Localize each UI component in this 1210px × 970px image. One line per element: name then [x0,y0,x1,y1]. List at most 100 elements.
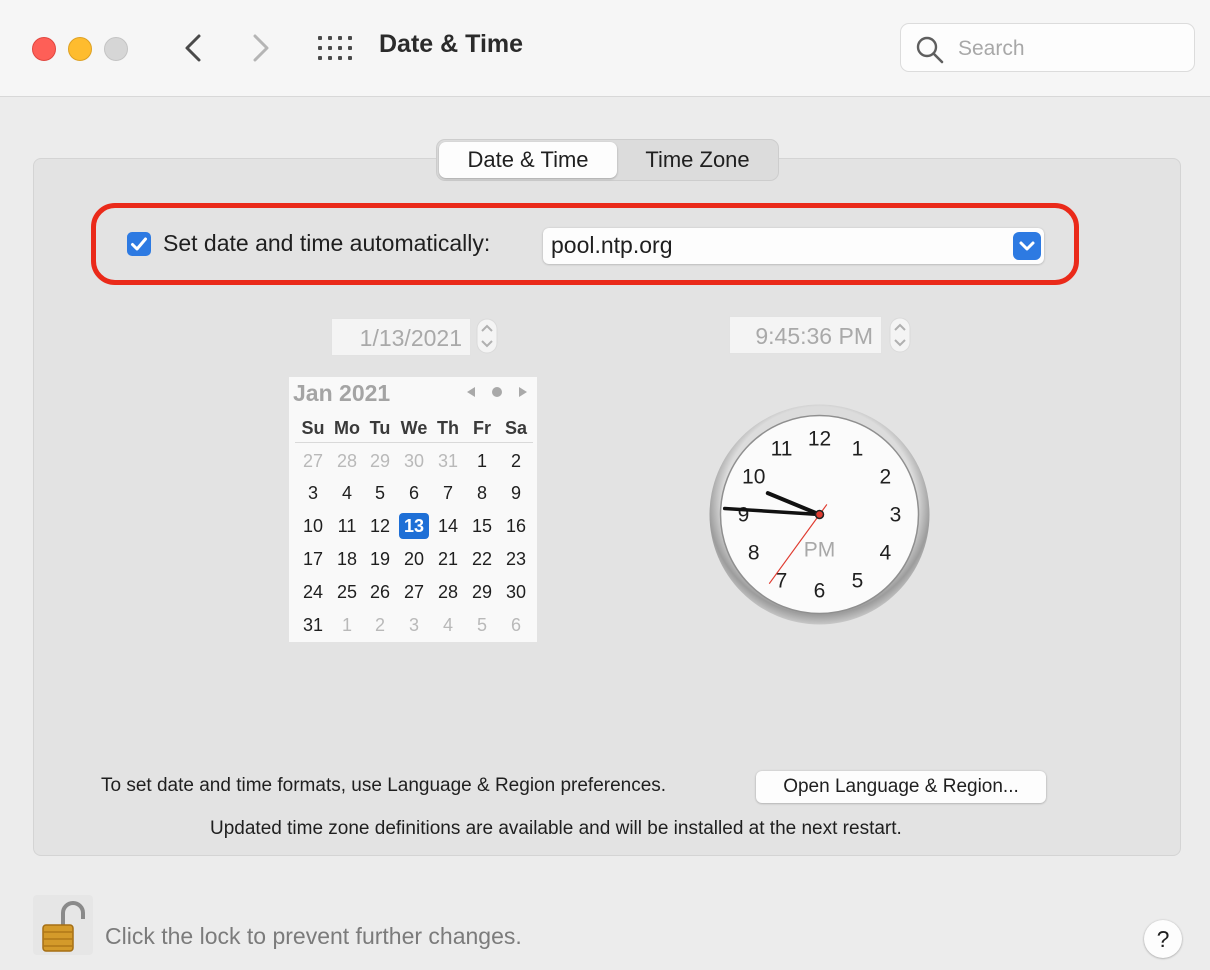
calendar-day[interactable]: 23 [499,545,533,573]
stepper-icon [476,318,498,354]
calendar-day[interactable]: 11 [330,512,364,540]
time-stepper[interactable] [889,317,911,353]
calendar-day[interactable]: 5 [363,479,397,507]
calendar-day[interactable]: 31 [431,447,465,475]
calendar-day[interactable]: 1 [465,447,499,475]
calendar-day[interactable]: 28 [431,578,465,606]
calendar-day[interactable]: 24 [296,578,330,606]
title-bar: Date & Time [0,0,1210,97]
previous-month-icon[interactable] [465,385,477,399]
calendar-day[interactable]: 7 [431,479,465,507]
clock-center-pin [814,509,825,520]
today-dot-icon[interactable] [490,385,504,399]
calendar-month-label: Jan 2021 [293,380,391,406]
auto-time-checkbox[interactable] [127,232,151,256]
minimize-button[interactable] [68,37,92,61]
calendar-day-selected[interactable]: 13 [399,513,429,539]
show-all-button[interactable] [318,36,352,60]
calendar-day[interactable]: 18 [330,545,364,573]
weekday-header: Mo [334,418,360,438]
calendar-day[interactable]: 21 [431,545,465,573]
clock-numeral: 3 [890,504,902,527]
date-value: 1/13/2021 [359,325,462,351]
calendar-day[interactable]: 8 [465,479,499,507]
timezone-update-text: Updated time zone definitions are availa… [210,818,902,839]
calendar: Jan 2021 Su Mo Tu We Th Fr Sa 27 28 29 30 31 1 2 3 4 5 6 7… [289,377,537,642]
server-dropdown-button[interactable] [1013,232,1041,260]
search-icon [916,36,944,64]
weekday-header: We [400,418,428,438]
calendar-day[interactable]: 3 [397,611,431,639]
date-stepper[interactable] [476,318,498,354]
clock-numeral: 10 [742,466,765,489]
tab-time-zone[interactable]: Time Zone [619,142,776,178]
calendar-day[interactable]: 30 [499,578,533,606]
chevron-right-icon [253,34,269,62]
clock-period-label: PM [804,539,836,562]
search-box[interactable] [900,23,1195,72]
auto-time-label: Set date and time automatically: [163,230,491,256]
open-language-region-button[interactable]: Open Language & Region... [756,771,1046,803]
time-server-combobox[interactable]: pool.ntp.org [543,228,1044,264]
time-server-value[interactable]: pool.ntp.org [551,232,672,259]
clock-numeral: 12 [808,428,831,451]
calendar-day[interactable]: 30 [397,447,431,475]
clock-numeral: 6 [814,580,826,603]
calendar-day[interactable]: 1 [330,611,364,639]
checkmark-icon [131,237,147,251]
tab-date-time[interactable]: Date & Time [439,142,617,178]
calendar-day[interactable]: 29 [465,578,499,606]
calendar-day[interactable]: 4 [330,479,364,507]
chevron-down-icon [1019,241,1035,251]
calendar-day[interactable]: 9 [499,479,533,507]
clock-numeral: 8 [748,542,760,565]
calendar-day[interactable]: 15 [465,512,499,540]
zoom-button[interactable] [104,37,128,61]
calendar-day[interactable]: 20 [397,545,431,573]
clock-numeral: 5 [852,569,864,592]
time-value: 9:45:36 PM [755,323,873,349]
time-field[interactable]: 9:45:36 PM [729,316,882,354]
stepper-icon [889,317,911,353]
back-button[interactable] [179,30,209,66]
next-month-icon[interactable] [517,385,529,399]
calendar-day[interactable]: 17 [296,545,330,573]
calendar-day[interactable]: 2 [499,447,533,475]
calendar-day[interactable]: 3 [296,479,330,507]
calendar-day[interactable]: 22 [465,545,499,573]
calendar-day[interactable]: 31 [296,611,330,639]
date-field[interactable]: 1/13/2021 [331,318,471,356]
weekday-header: Su [301,418,325,438]
calendar-day[interactable]: 19 [363,545,397,573]
analog-clock: 12 1 2 3 4 5 6 7 8 9 10 11 PM [708,403,931,626]
search-input[interactable] [956,34,1185,64]
clock-numeral: 2 [879,466,891,489]
calendar-day[interactable]: 29 [363,447,397,475]
clock-face: 12 1234567891011PM [709,404,930,625]
calendar-day[interactable]: 5 [465,611,499,639]
calendar-day[interactable]: 27 [397,578,431,606]
lock-text: Click the lock to prevent further change… [105,923,522,949]
lock-button[interactable] [33,895,93,955]
calendar-day[interactable]: 12 [363,512,397,540]
formats-text: To set date and time formats, use Langua… [101,775,667,796]
close-button[interactable] [32,37,56,61]
calendar-day[interactable]: 27 [296,447,330,475]
calendar-day[interactable]: 2 [363,611,397,639]
calendar-day[interactable]: 16 [499,512,533,540]
calendar-day[interactable]: 6 [499,611,533,639]
forward-button[interactable] [245,30,275,66]
calendar-day[interactable]: 28 [330,447,364,475]
calendar-day[interactable]: 25 [330,578,364,606]
weekday-header: Tu [369,418,391,438]
calendar-day[interactable]: 10 [296,512,330,540]
weekday-header: Th [437,418,459,438]
weekday-header: Sa [504,418,528,438]
calendar-day[interactable]: 26 [363,578,397,606]
clock-numeral: 4 [879,542,891,565]
calendar-day[interactable]: 14 [431,512,465,540]
calendar-day[interactable]: 6 [397,479,431,507]
help-button[interactable]: ? [1144,920,1182,958]
window-title: Date & Time [379,30,524,58]
calendar-day[interactable]: 4 [431,611,465,639]
